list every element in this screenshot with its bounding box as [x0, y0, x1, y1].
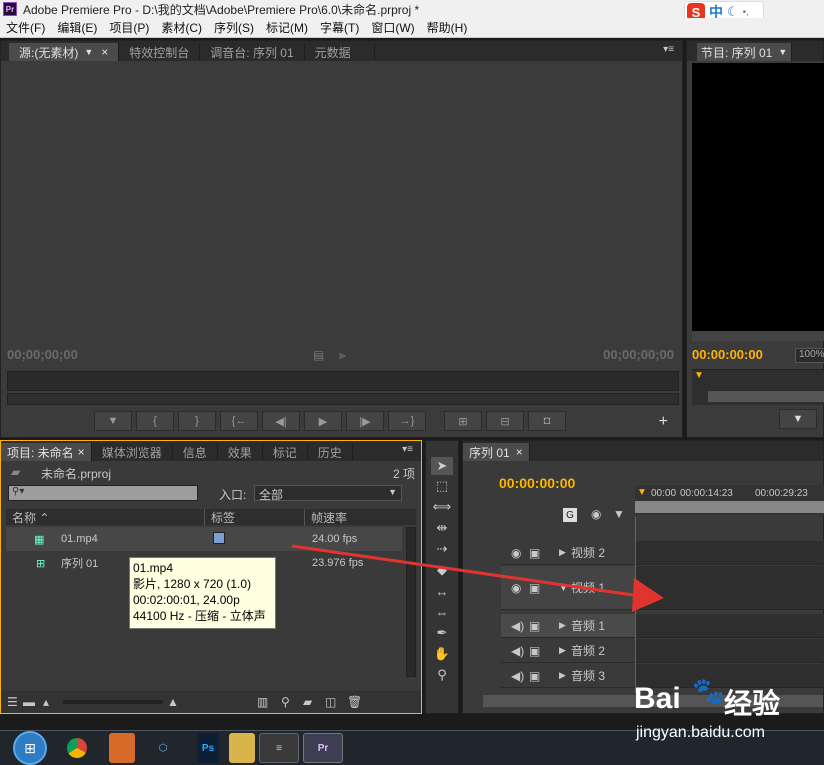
windows-logo-icon: ⊞ — [24, 739, 36, 756]
app-icon[interactable]: ≡ — [259, 733, 299, 763]
paw-icon: 🐾 — [692, 676, 725, 706]
explorer-icon[interactable] — [229, 733, 255, 763]
watermark-brand: Bai — [634, 682, 681, 715]
start-button[interactable]: ⊞ — [13, 731, 47, 765]
network-icon[interactable]: ⬡ — [143, 733, 183, 763]
premiere-taskbar-icon[interactable]: Pr — [303, 733, 343, 763]
app-icon[interactable] — [109, 733, 135, 763]
photoshop-icon[interactable]: Ps — [197, 733, 219, 763]
watermark-url: jingyan.baidu.com — [636, 724, 765, 741]
watermark: Bai 🐾 经验 jingyan.baidu.com — [600, 672, 824, 764]
chrome-icon[interactable] — [57, 733, 97, 763]
watermark-brand2: 经验 — [724, 688, 781, 719]
annotation-arrow — [291, 544, 664, 612]
